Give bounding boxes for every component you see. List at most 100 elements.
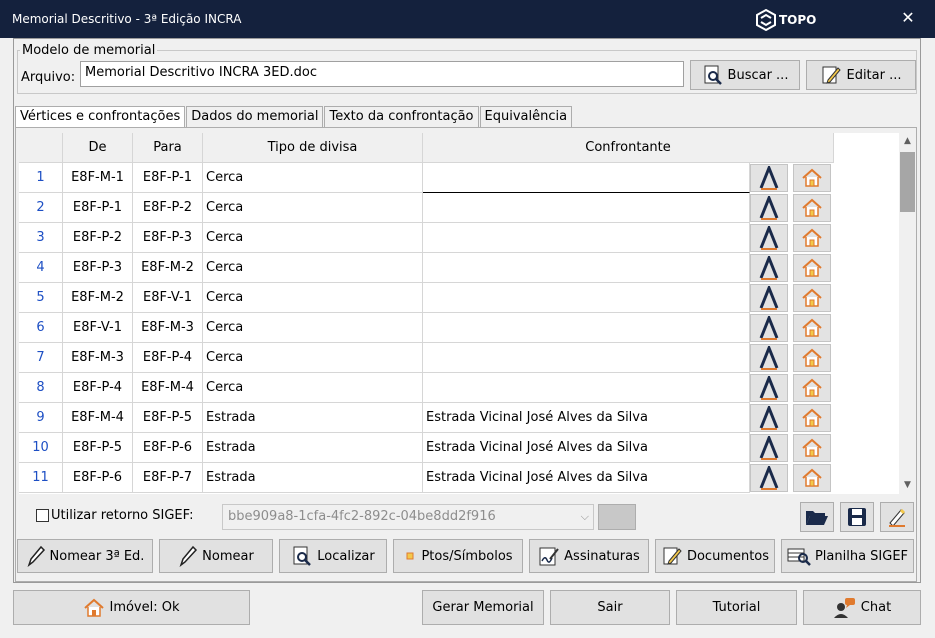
table-row[interactable]: 5 E8F-M-2 E8F-V-1 Cerca xyxy=(19,283,899,313)
save-button[interactable] xyxy=(840,502,874,532)
cell-de[interactable]: E8F-P-1 xyxy=(63,193,133,223)
planilha-sigef-button[interactable]: Planilha SIGEF xyxy=(781,539,914,573)
cell-tipo-divisa[interactable]: Cerca xyxy=(203,163,423,193)
nomear-3ed-button[interactable]: Nomear 3ª Ed. xyxy=(17,539,153,573)
cell-para[interactable]: E8F-M-2 xyxy=(133,253,203,283)
nomear-button[interactable]: Nomear xyxy=(159,539,273,573)
row-number[interactable]: 10 xyxy=(19,433,63,463)
cell-de[interactable]: E8F-M-3 xyxy=(63,343,133,373)
cell-confrontante[interactable] xyxy=(423,163,750,193)
cell-tipo-divisa[interactable]: Estrada xyxy=(203,403,423,433)
assinaturas-button[interactable]: Assinaturas xyxy=(529,539,649,573)
cell-tipo-divisa[interactable]: Estrada xyxy=(203,463,423,493)
font-style-button[interactable] xyxy=(750,314,788,342)
tab-vertices[interactable]: Vértices e confrontações xyxy=(15,106,186,128)
sigef-color-swatch[interactable] xyxy=(598,504,636,530)
cell-para[interactable]: E8F-P-2 xyxy=(133,193,203,223)
gerar-memorial-button[interactable]: Gerar Memorial xyxy=(422,590,544,625)
property-button[interactable] xyxy=(793,254,831,282)
documentos-button[interactable]: Documentos xyxy=(655,539,775,573)
row-number[interactable]: 8 xyxy=(19,373,63,403)
scroll-down-icon[interactable]: ▼ xyxy=(899,477,916,494)
cell-tipo-divisa[interactable]: Cerca xyxy=(203,283,423,313)
property-button[interactable] xyxy=(793,344,831,372)
table-row[interactable]: 6 E8F-V-1 E8F-M-3 Cerca xyxy=(19,313,899,343)
font-style-button[interactable] xyxy=(750,344,788,372)
row-number[interactable]: 1 xyxy=(19,163,63,193)
chat-button[interactable]: Chat xyxy=(803,590,921,625)
cell-para[interactable]: E8F-P-4 xyxy=(133,343,203,373)
cell-tipo-divisa[interactable]: Cerca xyxy=(203,193,423,223)
tutorial-button[interactable]: Tutorial xyxy=(676,590,797,625)
cell-para[interactable]: E8F-P-7 xyxy=(133,463,203,493)
sigef-checkbox[interactable]: Utilizar retorno SIGEF: xyxy=(36,508,194,523)
table-row[interactable]: 8 E8F-P-4 E8F-M-4 Cerca xyxy=(19,373,899,403)
cell-para[interactable]: E8F-M-4 xyxy=(133,373,203,403)
grid-scrollbar[interactable]: ▲ ▼ xyxy=(899,133,916,494)
table-row[interactable]: 10 E8F-P-5 E8F-P-6 Estrada Estrada Vicinal J… xyxy=(19,433,899,463)
sigef-checkbox-box[interactable] xyxy=(36,509,49,522)
cell-para[interactable]: E8F-V-1 xyxy=(133,283,203,313)
tab-texto[interactable]: Texto da confrontação xyxy=(324,106,479,127)
cell-tipo-divisa[interactable]: Cerca xyxy=(203,373,423,403)
table-row[interactable]: 11 E8F-P-6 E8F-P-7 Estrada Estrada Vicinal J… xyxy=(19,463,899,493)
cell-confrontante[interactable]: Estrada Vicinal José Alves da Silva xyxy=(423,433,750,463)
table-row[interactable]: 7 E8F-M-3 E8F-P-4 Cerca xyxy=(19,343,899,373)
table-row[interactable]: 2 E8F-P-1 E8F-P-2 Cerca xyxy=(19,193,899,223)
cell-de[interactable]: E8F-P-2 xyxy=(63,223,133,253)
cell-para[interactable]: E8F-P-1 xyxy=(133,163,203,193)
cell-de[interactable]: E8F-M-4 xyxy=(63,403,133,433)
property-button[interactable] xyxy=(793,374,831,402)
table-row[interactable]: 4 E8F-P-3 E8F-M-2 Cerca xyxy=(19,253,899,283)
property-button[interactable] xyxy=(793,164,831,192)
cell-tipo-divisa[interactable]: Cerca xyxy=(203,253,423,283)
cell-de[interactable]: E8F-P-6 xyxy=(63,463,133,493)
font-style-button[interactable] xyxy=(750,254,788,282)
row-number[interactable]: 11 xyxy=(19,463,63,493)
property-button[interactable] xyxy=(793,194,831,222)
table-row[interactable]: 9 E8F-M-4 E8F-P-5 Estrada Estrada Vicinal Jo… xyxy=(19,403,899,433)
row-number[interactable]: 7 xyxy=(19,343,63,373)
font-style-button[interactable] xyxy=(750,374,788,402)
cell-de[interactable]: E8F-P-4 xyxy=(63,373,133,403)
cell-tipo-divisa[interactable]: Cerca xyxy=(203,223,423,253)
buscar-button[interactable]: Buscar ... xyxy=(690,60,800,90)
property-button[interactable] xyxy=(793,314,831,342)
table-row[interactable]: 3 E8F-P-2 E8F-P-3 Cerca xyxy=(19,223,899,253)
row-number[interactable]: 4 xyxy=(19,253,63,283)
row-number[interactable]: 5 xyxy=(19,283,63,313)
chevron-down-icon[interactable]: ⌵ xyxy=(581,510,589,524)
sigef-combo[interactable]: bbe909a8-1cfa-4fc2-892c-04be8dd2f916 ⌵ xyxy=(222,504,594,530)
row-number[interactable]: 6 xyxy=(19,313,63,343)
localizar-button[interactable]: Localizar xyxy=(279,539,387,573)
cell-tipo-divisa[interactable]: Cerca xyxy=(203,343,423,373)
property-button[interactable] xyxy=(793,404,831,432)
property-button[interactable] xyxy=(793,434,831,462)
font-style-button[interactable] xyxy=(750,284,788,312)
cell-para[interactable]: E8F-P-6 xyxy=(133,433,203,463)
font-style-button[interactable] xyxy=(750,164,788,192)
cell-de[interactable]: E8F-M-1 xyxy=(63,163,133,193)
property-button[interactable] xyxy=(793,224,831,252)
arquivo-input[interactable]: Memorial Descritivo INCRA 3ED.doc xyxy=(80,61,684,87)
tab-equivalencia[interactable]: Equivalência xyxy=(479,106,573,127)
row-number[interactable]: 3 xyxy=(19,223,63,253)
clear-button[interactable] xyxy=(880,502,914,532)
cell-para[interactable]: E8F-P-5 xyxy=(133,403,203,433)
cell-confrontante[interactable]: Estrada Vicinal José Alves da Silva xyxy=(423,463,750,493)
tab-dados[interactable]: Dados do memorial xyxy=(186,106,324,127)
property-button[interactable] xyxy=(793,284,831,312)
editar-button[interactable]: Editar ... xyxy=(806,60,916,90)
cell-confrontante[interactable] xyxy=(423,313,750,343)
vertices-grid[interactable]: De Para Tipo de divisa Confrontante 1 E8F… xyxy=(19,133,899,494)
scroll-up-icon[interactable]: ▲ xyxy=(899,133,916,150)
cell-tipo-divisa[interactable]: Cerca xyxy=(203,313,423,343)
cell-de[interactable]: E8F-M-2 xyxy=(63,283,133,313)
cell-confrontante[interactable] xyxy=(423,223,750,253)
close-icon[interactable]: ✕ xyxy=(898,8,918,28)
cell-de[interactable]: E8F-P-3 xyxy=(63,253,133,283)
imovel-button[interactable]: Imóvel: Ok xyxy=(13,590,250,625)
cell-confrontante[interactable] xyxy=(423,283,750,313)
cell-de[interactable]: E8F-P-5 xyxy=(63,433,133,463)
font-style-button[interactable] xyxy=(750,434,788,462)
